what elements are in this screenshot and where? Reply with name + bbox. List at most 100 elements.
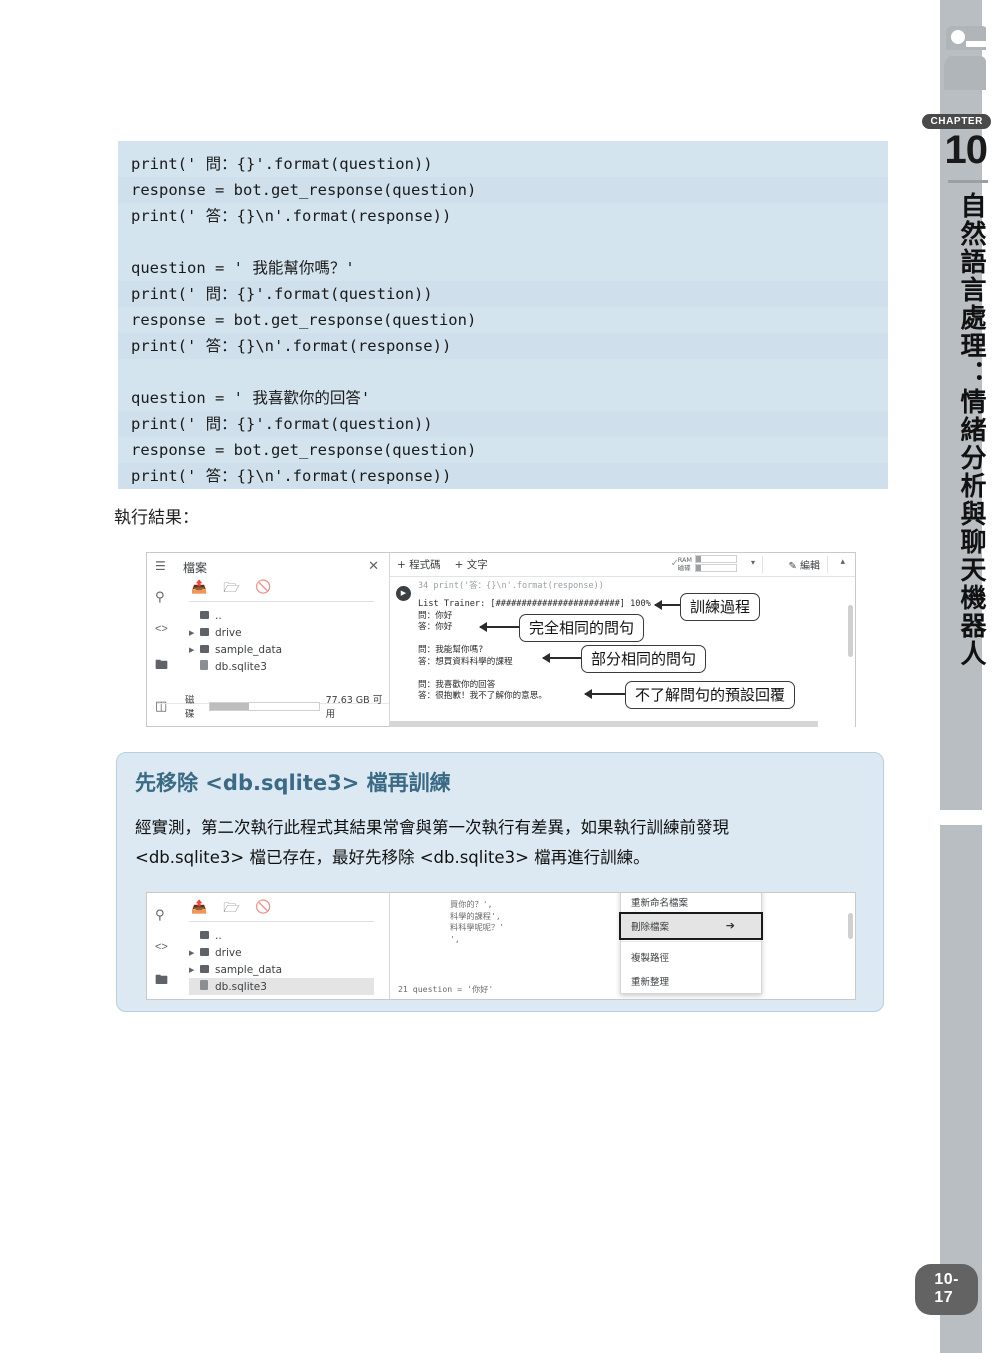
menu-item-delete-label: 刪除檔案 (631, 922, 670, 933)
list-item[interactable]: ▶ sample_data (189, 961, 374, 978)
disk-usage: 磁碟 77.63 GB 可用 (185, 692, 389, 720)
menu-item-copy-path[interactable]: 複製路徑 (621, 945, 761, 969)
add-code-cell-button[interactable]: + 程式碼 (397, 557, 441, 572)
menu-item-refresh[interactable]: 重新整理 (621, 969, 761, 993)
refresh-disabled-icon[interactable]: 🚫 (255, 899, 271, 921)
folder-icon (200, 964, 215, 976)
chapter-number: 10 (944, 128, 988, 172)
chevron-right-icon[interactable]: ▶ (189, 646, 200, 654)
divider (189, 921, 374, 922)
search-icon[interactable]: ⚲ (155, 907, 165, 923)
divider (189, 601, 374, 602)
scrollbar-horizontal[interactable] (390, 721, 818, 727)
file-name: drive (215, 626, 242, 639)
resource-bars (695, 555, 737, 573)
close-icon[interactable]: ✕ (368, 558, 379, 574)
search-icon[interactable]: ⚲ (155, 589, 165, 605)
edit-button[interactable]: ✎ 編輯 (788, 557, 820, 572)
folder-icon (200, 947, 215, 959)
mount-drive-icon[interactable]: 🗁 (223, 579, 239, 601)
file-panel-toolbar: 📤 🗁 🚫 (191, 579, 272, 601)
code-line: response = bot.get_response(question) (118, 177, 888, 203)
chapter-title: 自然語言處理：情緒分析與聊天機器人 (956, 192, 986, 668)
code-line: print(' 問：{}'.format(question)) (131, 155, 433, 173)
code-snippets-icon[interactable]: <> (155, 623, 168, 635)
chevron-right-icon[interactable]: ▶ (189, 949, 200, 957)
file-browser-panel: ⚲ <> 🖿 ◫ ☰ 檔案 ✕ 📤 🗁 🚫 .. ▶ drive ▶ sampl… (147, 553, 390, 726)
hamburger-icon[interactable]: ☰ (155, 559, 166, 573)
file-browser-panel-2: ⚲ <> 🖿 📤 🗁 🚫 .. ▶ drive ▶ sample_data db… (147, 893, 390, 999)
folder-icon[interactable]: 🖿 (155, 656, 168, 678)
chevron-right-icon[interactable]: ▶ (189, 966, 200, 974)
folder-icon[interactable]: 🖿 (155, 971, 168, 993)
upload-file-icon[interactable]: 📤 (191, 579, 207, 601)
divider (621, 941, 761, 942)
notebook-toolbar: + 程式碼 + 文字 ✓ RAM 磁碟 ▾ ✎ 編輯 ▴ (390, 553, 855, 577)
list-item[interactable]: .. (189, 927, 374, 944)
list-item[interactable]: ▶ drive (189, 624, 282, 641)
scrollbar-vertical[interactable] (848, 913, 853, 939)
list-item[interactable]: ▶ drive (189, 944, 374, 961)
callout-default-reply: 不了解問句的預設回覆 (625, 681, 796, 709)
code-block: print(' 問：{}'.format(question)) response… (118, 141, 888, 489)
mount-drive-icon[interactable]: 🗁 (223, 899, 239, 921)
cell-code-fragment: 買你的？', 科學的課程', 料科學呢呢？' ', (450, 899, 505, 944)
code-line: print(' 答：{}\n'.format(response)) (131, 207, 452, 225)
list-item-selected[interactable]: db.sqlite3 (189, 978, 374, 995)
code-line: response = bot.get_response(question) (131, 311, 477, 329)
run-cell-button[interactable]: ▶ (396, 586, 411, 601)
list-item[interactable]: db.sqlite3 (189, 658, 282, 675)
file-icon (200, 660, 215, 673)
menu-item-delete[interactable]: 刪除檔案 ➔ (619, 912, 763, 940)
tip-paragraph: 經實測，第二次執行此程式其結果常會與第一次執行有差異，如果執行訓練前發現 <db… (135, 813, 865, 873)
file-panel-title: 檔案 (183, 561, 208, 575)
file-name: sample_data (215, 643, 283, 656)
parent-folder-icon (200, 930, 215, 942)
chevron-up-icon[interactable]: ▴ (840, 557, 845, 567)
file-panel-toolbar: 📤 🗁 🚫 (191, 899, 272, 921)
tip-paragraph-line2: <db.sqlite3> 檔已存在，最好先移除 <db.sqlite3> 檔再進… (135, 848, 650, 867)
file-name: .. (215, 609, 222, 622)
file-tree: .. ▶ drive ▶ sample_data db.sqlite3 (189, 607, 282, 675)
chevron-right-icon[interactable]: ▶ (189, 629, 200, 637)
page-number: 10-17 (915, 1264, 978, 1315)
cell-code-line: 34 print('答：{}\n'.format(response)) (418, 581, 604, 591)
file-name: sample_data (215, 963, 283, 976)
file-name: drive (215, 946, 242, 959)
code-snippets-icon[interactable]: <> (155, 941, 168, 953)
ram-disk-indicator[interactable]: RAM 磁碟 (678, 555, 737, 573)
code-line: print(' 答：{}\n'.format(response)) (118, 333, 888, 359)
code-line: print(' 答：{}\n'.format(response)) (118, 463, 888, 489)
person-icon (943, 26, 986, 90)
colab-screenshot-2: ⚲ <> 🖿 📤 🗁 🚫 .. ▶ drive ▶ sample_data db… (146, 892, 856, 1000)
disk-label: 磁碟 (185, 695, 195, 720)
chevron-down-icon[interactable]: ▾ (751, 558, 755, 567)
folder-icon (200, 644, 215, 656)
divider (762, 556, 763, 573)
divider (827, 556, 828, 573)
callout-identical-question: 完全相同的問句 (519, 614, 645, 642)
colab-left-rail: ⚲ <> 🖿 ◫ (147, 553, 181, 726)
scrollbar-vertical[interactable] (848, 605, 853, 657)
list-item[interactable]: .. (189, 607, 282, 624)
context-menu: 重新命名檔案 刪除檔案 ➔ 複製路徑 重新整理 (619, 893, 763, 994)
list-item[interactable]: ▶ sample_data (189, 641, 282, 658)
file-name: .. (215, 929, 222, 942)
callout-arrow (479, 622, 520, 631)
refresh-disabled-icon[interactable]: 🚫 (255, 579, 271, 601)
file-icon (200, 980, 215, 993)
code-line: question = ' 我喜歡你的回答' (131, 389, 371, 407)
chapter-side-tab: CHAPTER 10 自然語言處理：情緒分析與聊天機器人 10-17 (915, 0, 1000, 1353)
tip-heading: 先移除 <db.sqlite3> 檔再訓練 (135, 771, 451, 795)
chapter-divider (948, 180, 988, 183)
ram-label: RAM (677, 555, 692, 564)
mouse-cursor-icon: ➔ (725, 919, 735, 932)
upload-file-icon[interactable]: 📤 (191, 899, 207, 921)
cell-code-fragment-2: 21 question = '你好' (398, 984, 494, 994)
add-text-cell-button[interactable]: + 文字 (455, 557, 488, 572)
notes-icon[interactable]: ◫ (155, 698, 167, 714)
menu-item-rename[interactable]: 重新命名檔案 (621, 893, 761, 914)
callout-arrow (584, 689, 627, 698)
disk-free-label: 77.63 GB 可用 (325, 695, 383, 720)
